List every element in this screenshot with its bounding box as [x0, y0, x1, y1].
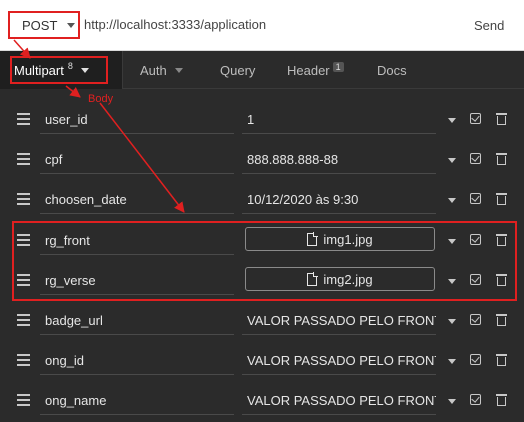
multipart-body: user_id 1 cpf 888.888.888-88 choosen_dat…: [0, 89, 524, 422]
param-row: cpf 888.888.888-88: [0, 140, 524, 180]
param-value-input[interactable]: VALOR PASSADO PELO FRONT: [242, 307, 436, 335]
trash-icon[interactable]: [496, 113, 507, 125]
checkbox-icon[interactable]: [470, 193, 481, 204]
param-value-input[interactable]: VALOR PASSADO PELO FRONT: [242, 387, 436, 415]
drag-handle-icon[interactable]: [17, 394, 30, 406]
param-name-input[interactable]: cpf: [40, 146, 234, 174]
checkbox-icon[interactable]: [470, 394, 481, 405]
param-row: badge_url VALOR PASSADO PELO FRONT: [0, 301, 524, 341]
trash-icon[interactable]: [496, 274, 507, 286]
chevron-down-icon[interactable]: [448, 319, 456, 324]
param-name-input[interactable]: choosen_date: [40, 186, 234, 214]
drag-handle-icon[interactable]: [17, 153, 30, 165]
request-tabs: Multipart 8 Auth Query Header 1 Docs: [0, 51, 524, 89]
method-dropdown[interactable]: POST: [8, 11, 80, 39]
tab-header-label: Header: [287, 62, 330, 78]
checkbox-icon[interactable]: [470, 234, 481, 245]
chevron-down-icon[interactable]: [448, 359, 456, 364]
tab-multipart[interactable]: Multipart 8: [0, 51, 123, 89]
send-button[interactable]: Send: [474, 18, 504, 33]
param-row: user_id 1: [0, 100, 524, 140]
annotation-box-multipart: [10, 56, 108, 84]
file-icon: [307, 231, 319, 246]
file-select-button[interactable]: img2.jpg: [245, 267, 435, 291]
param-name-input[interactable]: user_id: [40, 106, 234, 134]
chevron-down-icon[interactable]: [448, 279, 456, 284]
drag-handle-icon[interactable]: [17, 113, 30, 125]
trash-icon[interactable]: [496, 394, 507, 406]
param-value-input[interactable]: 888.888.888-88: [242, 146, 436, 174]
param-row-file: rg_front img1.jpg: [0, 221, 524, 261]
url-input[interactable]: http://localhost:3333/application: [84, 17, 266, 32]
file-select-button[interactable]: img1.jpg: [245, 227, 435, 251]
tab-auth[interactable]: Auth: [140, 51, 183, 89]
tab-header[interactable]: Header 1: [287, 51, 344, 89]
tab-auth-label: Auth: [140, 62, 167, 78]
drag-handle-icon[interactable]: [17, 193, 30, 205]
param-name-input[interactable]: rg_verse: [40, 267, 234, 295]
checkbox-icon[interactable]: [470, 354, 481, 365]
checkbox-icon[interactable]: [470, 314, 481, 325]
trash-icon[interactable]: [496, 153, 507, 165]
trash-icon[interactable]: [496, 314, 507, 326]
chevron-down-icon[interactable]: [448, 158, 456, 163]
param-name-input[interactable]: ong_name: [40, 387, 234, 415]
param-name-input[interactable]: ong_id: [40, 347, 234, 375]
tab-multipart-count: 8: [67, 61, 73, 71]
tab-query[interactable]: Query: [220, 51, 255, 89]
checkbox-icon[interactable]: [470, 153, 481, 164]
param-value-input[interactable]: 1: [242, 106, 436, 134]
tab-header-count: 1: [332, 62, 344, 72]
param-row: choosen_date 10/12/2020 às 9:30: [0, 180, 524, 220]
drag-handle-icon[interactable]: [17, 274, 30, 286]
drag-handle-icon[interactable]: [17, 354, 30, 366]
chevron-down-icon[interactable]: [448, 399, 456, 404]
tab-docs-label: Docs: [377, 62, 407, 78]
param-name-input[interactable]: badge_url: [40, 307, 234, 335]
tab-query-label: Query: [220, 62, 256, 78]
file-name: img2.jpg: [323, 271, 373, 287]
param-name-input[interactable]: rg_front: [40, 227, 234, 255]
chevron-down-icon: [174, 67, 183, 73]
param-row-file: rg_verse img2.jpg: [0, 261, 524, 301]
chevron-down-icon: [67, 22, 76, 28]
url-bar: POST http://localhost:3333/application S…: [0, 0, 524, 51]
param-row: ong_id VALOR PASSADO PELO FRONT: [0, 341, 524, 381]
drag-handle-icon[interactable]: [17, 314, 30, 326]
tab-docs[interactable]: Docs: [377, 51, 407, 89]
checkbox-icon[interactable]: [470, 113, 481, 124]
trash-icon[interactable]: [496, 193, 507, 205]
checkbox-icon[interactable]: [470, 274, 481, 285]
chevron-down-icon[interactable]: [448, 198, 456, 203]
param-value-input[interactable]: 10/12/2020 às 9:30: [242, 186, 436, 214]
param-row: ong_name VALOR PASSADO PELO FRONT: [0, 381, 524, 421]
param-value-input[interactable]: VALOR PASSADO PELO FRONT: [242, 347, 436, 375]
file-icon: [307, 271, 319, 286]
trash-icon[interactable]: [496, 234, 507, 246]
method-label: POST: [22, 17, 58, 33]
chevron-down-icon[interactable]: [448, 239, 456, 244]
drag-handle-icon[interactable]: [17, 234, 30, 246]
trash-icon[interactable]: [496, 354, 507, 366]
chevron-down-icon[interactable]: [448, 118, 456, 123]
file-name: img1.jpg: [323, 231, 373, 247]
